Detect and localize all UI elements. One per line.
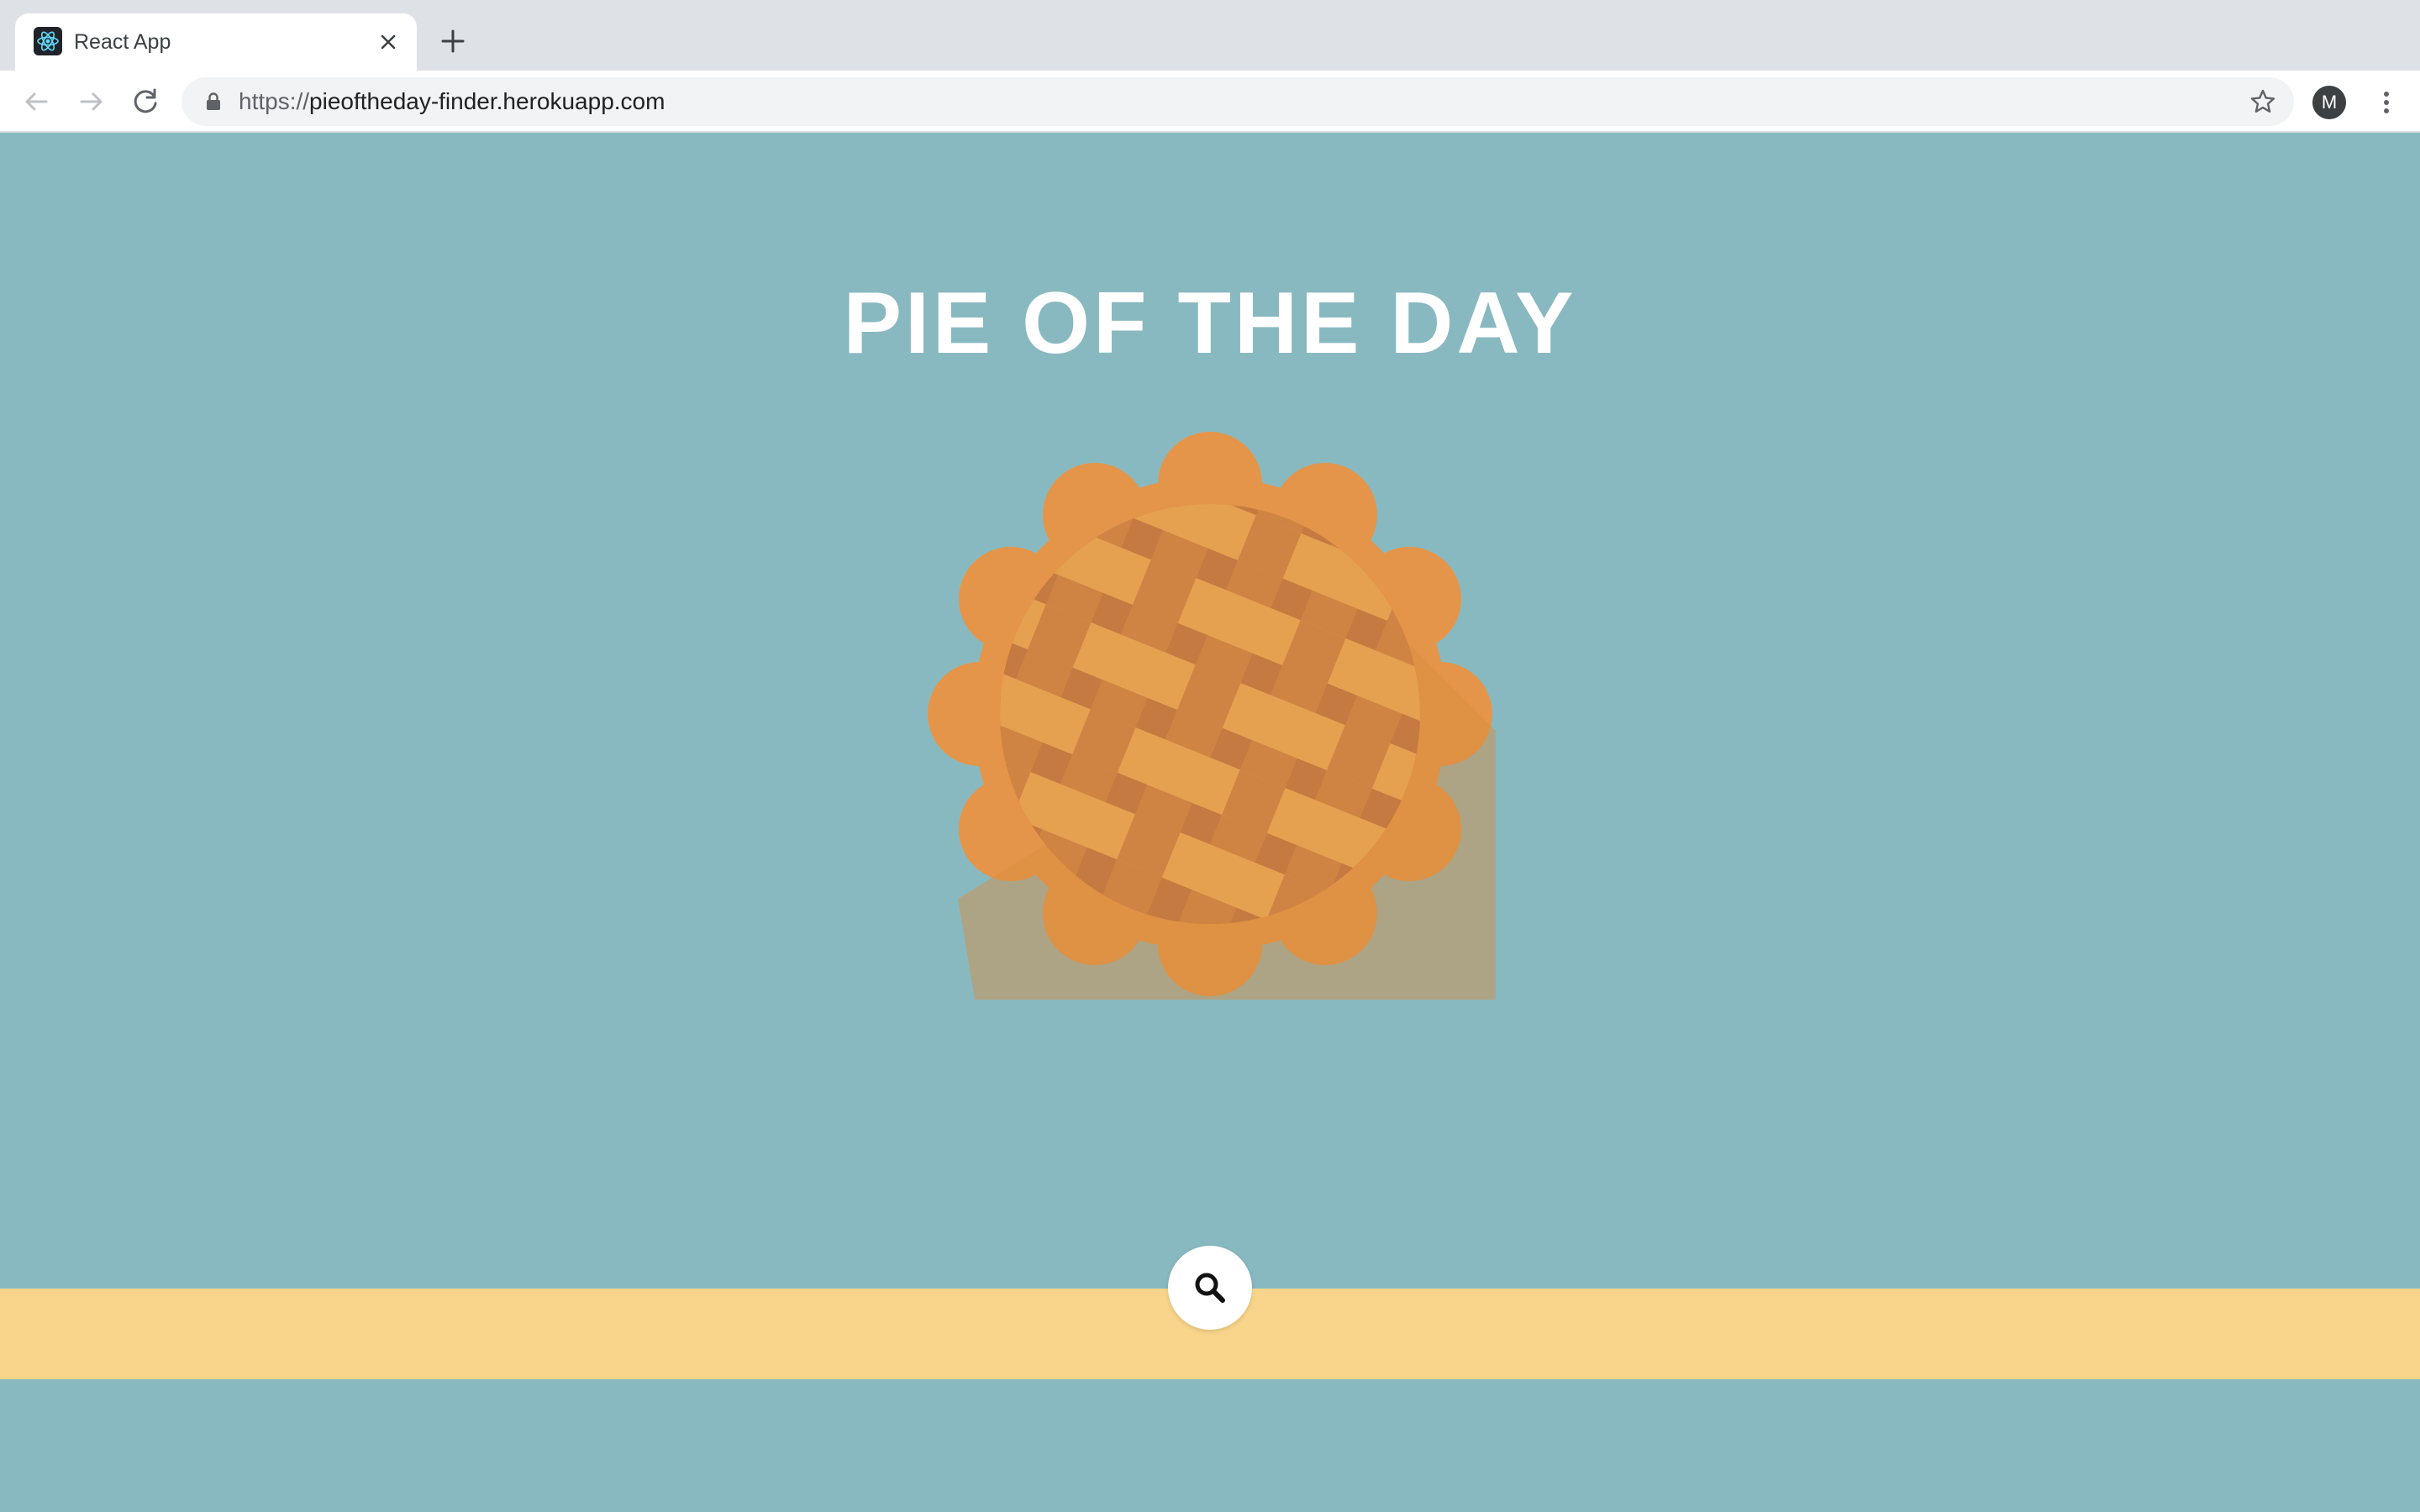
browser-toolbar: https://pieoftheday-finder.herokuapp.com… [0,71,2420,133]
address-bar[interactable]: https://pieoftheday-finder.herokuapp.com [182,77,2294,126]
profile-avatar[interactable]: M [2312,86,2346,119]
page-title: PIE OF THE DAY [843,275,1577,372]
lock-icon[interactable] [203,92,224,112]
url-scheme: https:// [239,88,310,114]
url-text[interactable]: https://pieoftheday-finder.herokuapp.com [239,88,665,115]
lattice-pie-icon [924,428,1496,1000]
bookmark-star-icon[interactable] [2249,87,2277,116]
search-button[interactable] [1168,1246,1252,1330]
browser-tab-strip: React App [0,0,2420,71]
more-vertical-icon[interactable] [2370,86,2403,119]
reload-icon[interactable] [128,84,163,119]
forward-arrow-icon[interactable] [74,84,109,119]
react-logo-icon [34,27,62,55]
close-tab-icon[interactable] [373,27,403,57]
tab-title: React App [74,30,171,54]
search-icon [1195,1273,1225,1303]
browser-tab[interactable]: React App [15,13,417,71]
new-tab-plus-icon[interactable] [437,25,469,57]
url-host: pieoftheday-finder.herokuapp.com [309,88,666,114]
back-arrow-icon[interactable] [18,84,54,119]
